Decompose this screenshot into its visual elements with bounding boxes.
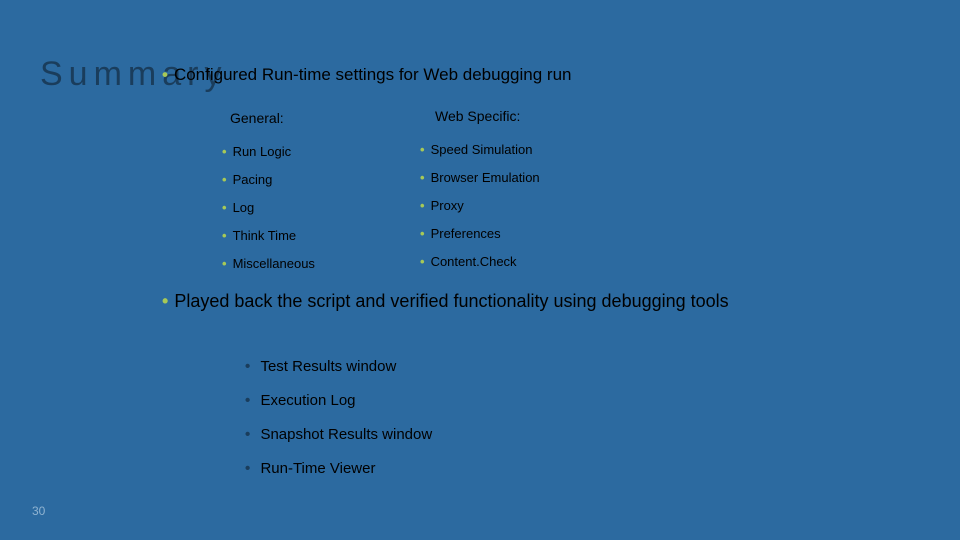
bullet-icon: • [245, 460, 250, 477]
bullet-icon: • [245, 426, 250, 443]
item-text: Execution Log [260, 392, 355, 409]
web-specific-list: • Speed Simulation • Browser Emulation • Pr… [420, 136, 540, 276]
bullet-configured: • Configured Run-time settings for Web de… [162, 65, 571, 85]
general-header: General: [230, 110, 284, 126]
item-text: Proxy [431, 198, 464, 213]
list-item: • Pacing [222, 166, 315, 194]
bullet-icon: • [420, 142, 425, 157]
list-item: • Preferences [420, 220, 540, 248]
list-item: • Snapshot Results window [245, 418, 432, 452]
item-text: Preferences [431, 226, 501, 241]
list-item: • Think Time [222, 222, 315, 250]
item-text: Think Time [233, 228, 297, 243]
bullet-icon: • [245, 392, 250, 409]
bullet-icon: • [222, 228, 227, 243]
slide: Summary •Configured Run-time settings fo… [0, 0, 960, 540]
list-item: • Test Results window [245, 350, 432, 384]
bullet-icon: • [222, 144, 227, 159]
list-item: • Content.Check [420, 248, 540, 276]
list-item: • Run-Time Viewer [245, 452, 432, 486]
bullet-configured-text: Configured Run-time settings for Web deb… [174, 65, 572, 84]
item-text: Browser Emulation [431, 170, 540, 185]
bullet-icon: • [222, 256, 227, 271]
bullet-icon: • [420, 254, 425, 269]
item-text: Miscellaneous [233, 256, 315, 271]
item-text: Pacing [233, 172, 273, 187]
list-item: • Miscellaneous [222, 250, 315, 278]
item-text: Run-Time Viewer [260, 460, 375, 477]
item-text: Speed Simulation [431, 142, 533, 157]
list-item: • Log [222, 194, 315, 222]
list-item: • Proxy [420, 192, 540, 220]
bullet-icon: • [162, 291, 168, 311]
bullet-icon: • [162, 65, 168, 84]
list-item: • Speed Simulation [420, 136, 540, 164]
bullet-played-back: • Played back the script and verified fun… [162, 290, 862, 313]
item-text: Test Results window [260, 358, 396, 375]
bullet-icon: • [420, 226, 425, 241]
bullet-played-back-text: Played back the script and verified func… [174, 291, 728, 311]
item-text: Content.Check [431, 254, 517, 269]
item-text: Run Logic [233, 144, 292, 159]
bullet-icon: • [222, 200, 227, 215]
list-item: • Execution Log [245, 384, 432, 418]
bullet-icon: • [420, 170, 425, 185]
page-number: 30 [32, 504, 45, 518]
list-item: • Run Logic [222, 138, 315, 166]
list-item: • Browser Emulation [420, 164, 540, 192]
tools-list: • Test Results window • Execution Log • … [245, 350, 432, 486]
bullet-icon: • [420, 198, 425, 213]
bullet-icon: • [245, 358, 250, 375]
web-specific-header: Web Specific: [435, 108, 520, 124]
item-text: Log [233, 200, 255, 215]
bullet-icon: • [222, 172, 227, 187]
general-list: • Run Logic • Pacing • Log • Think Time • Mis… [222, 138, 315, 278]
item-text: Snapshot Results window [260, 426, 432, 443]
